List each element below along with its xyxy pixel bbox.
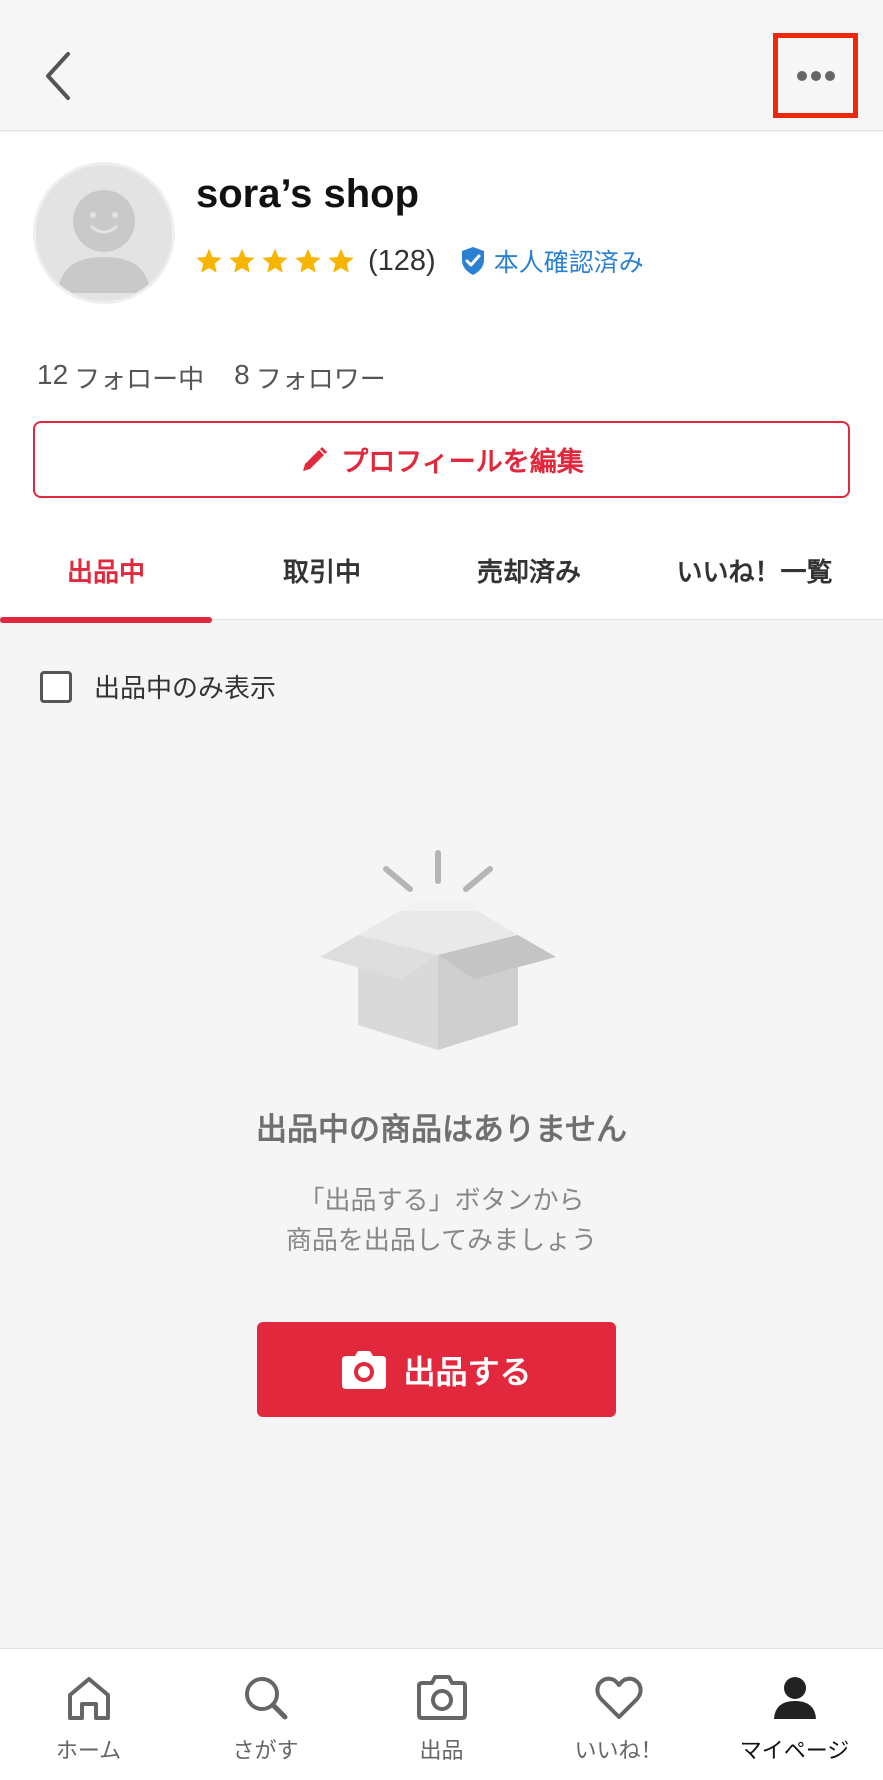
- following-link[interactable]: 12 フォロー中: [37, 359, 204, 396]
- nav-label: さがす: [232, 1739, 299, 1764]
- back-button[interactable]: [38, 48, 82, 104]
- pencil-icon: [303, 446, 328, 471]
- review-count: (128): [368, 244, 436, 277]
- edit-profile-label: プロフィールを編集: [341, 447, 584, 478]
- tab-label: 売却済み: [476, 557, 581, 588]
- heart-icon: [594, 1676, 643, 1719]
- nav-label: いいね！: [574, 1739, 663, 1764]
- followers-link[interactable]: 8 フォロワー: [234, 359, 386, 396]
- tab-in-transaction[interactable]: 取引中: [212, 520, 432, 620]
- edit-profile-button[interactable]: プロフィールを編集: [33, 421, 850, 498]
- rating-stars: [195, 247, 360, 275]
- default-avatar-icon: [36, 165, 172, 301]
- tab-label: いいね！一覧: [676, 557, 833, 588]
- listing-only-filter[interactable]: 出品中のみ表示: [40, 668, 276, 705]
- nav-mypage[interactable]: マイページ: [706, 1649, 883, 1780]
- camera-icon: [342, 1350, 387, 1389]
- sell-button[interactable]: 出品する: [257, 1322, 616, 1417]
- nav-search[interactable]: さがす: [177, 1649, 354, 1780]
- empty-box-icon: [320, 850, 556, 1050]
- nav-label: 出品: [419, 1739, 464, 1764]
- profile-section: sora’s shop (128) 本人確認済み 12 フォロー中 8 フォロワ…: [0, 132, 883, 623]
- verified-label: 本人確認済み: [493, 248, 644, 277]
- app-header: [0, 0, 883, 131]
- star-icon: [262, 248, 288, 273]
- nav-label: ホーム: [55, 1739, 122, 1764]
- followers-label: フォロワー: [255, 365, 386, 395]
- avatar[interactable]: [33, 162, 175, 304]
- profile-tabs: 出品中 取引中 売却済み いいね！一覧: [0, 520, 883, 623]
- tab-sold[interactable]: 売却済み: [432, 520, 626, 620]
- star-icon: [328, 248, 354, 273]
- star-icon: [229, 248, 255, 273]
- listing-only-checkbox[interactable]: [40, 670, 72, 703]
- following-count: 12: [37, 359, 69, 390]
- verified-badge: 本人確認済み: [460, 243, 644, 279]
- search-icon: [244, 1677, 287, 1720]
- tab-label: 出品中: [66, 557, 145, 588]
- nav-label: マイページ: [739, 1739, 850, 1764]
- tab-likes[interactable]: いいね！一覧: [626, 520, 883, 620]
- more-options-button[interactable]: [773, 33, 858, 118]
- star-icon: [196, 248, 222, 273]
- chevron-left-icon: [46, 52, 70, 100]
- more-horizontal-icon: [797, 71, 835, 81]
- nav-home[interactable]: ホーム: [0, 1649, 177, 1780]
- follow-stats: 12 フォロー中 8 フォロワー: [37, 359, 386, 396]
- following-label: フォロー中: [74, 365, 205, 395]
- sell-button-label: 出品する: [403, 1352, 532, 1391]
- tab-label: 取引中: [282, 557, 361, 588]
- rating-row[interactable]: (128) 本人確認済み: [195, 240, 644, 282]
- camera-icon: [416, 1675, 467, 1720]
- shop-name: sora’s shop: [196, 172, 420, 216]
- followers-count: 8: [234, 359, 250, 390]
- bottom-navigation: ホーム さがす 出品 いいね！ マイページ: [0, 1648, 883, 1780]
- empty-state-description-2: 商品を出品してみましょう: [285, 1226, 598, 1256]
- nav-likes[interactable]: いいね！: [530, 1649, 707, 1780]
- filter-label: 出品中のみ表示: [94, 674, 277, 704]
- shield-check-icon: [461, 247, 484, 275]
- empty-state-title: 出品中の商品はありません: [255, 1112, 628, 1148]
- empty-state-description-1: 「出品する」ボタンから: [298, 1186, 585, 1216]
- user-icon: [773, 1677, 816, 1719]
- star-icon: [295, 248, 321, 273]
- home-icon: [67, 1677, 110, 1720]
- tab-listing[interactable]: 出品中: [0, 520, 212, 623]
- active-tab-indicator: [0, 617, 212, 623]
- nav-sell[interactable]: 出品: [353, 1649, 530, 1780]
